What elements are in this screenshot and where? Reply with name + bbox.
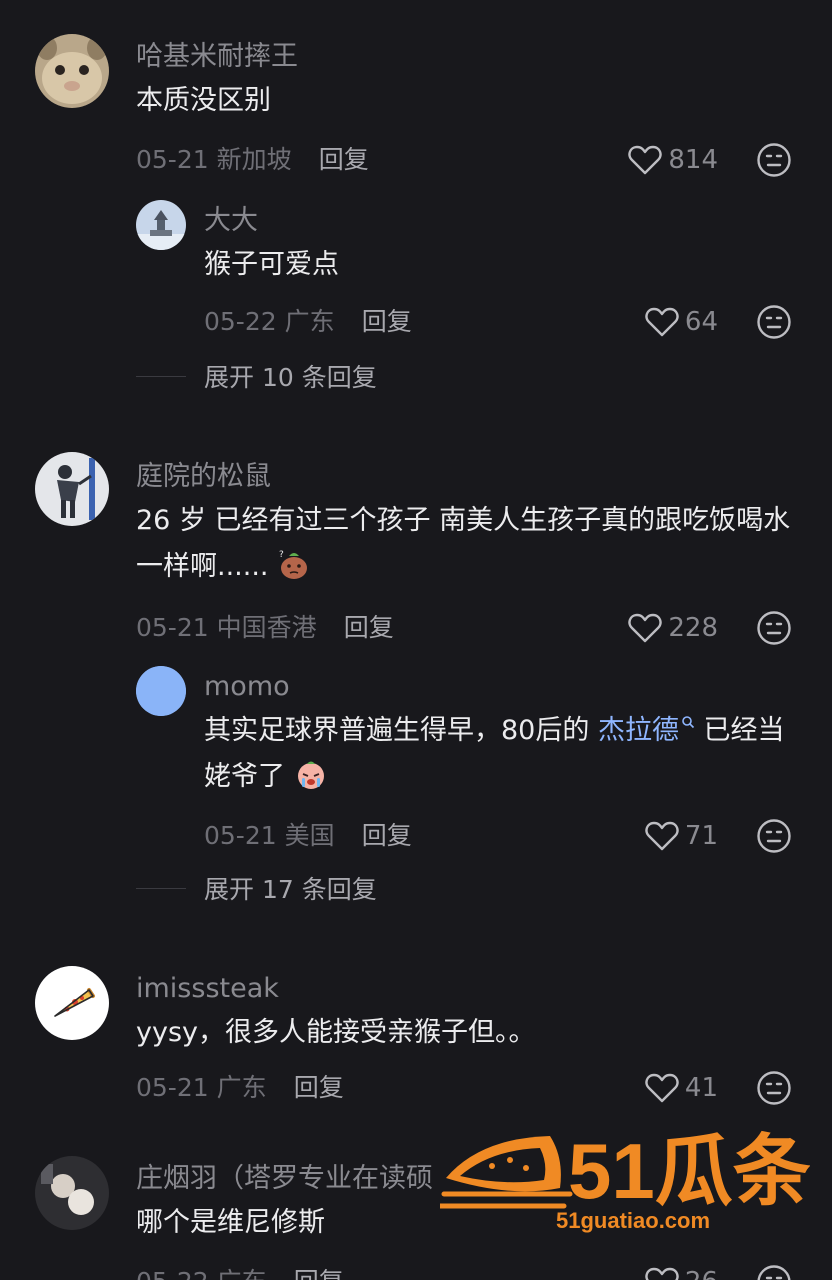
hamster-face-avatar-icon	[35, 34, 109, 108]
comment-date: 05-21 中国香港	[136, 613, 317, 642]
like-button[interactable]: 41	[645, 1068, 718, 1108]
username[interactable]: 大大	[204, 204, 792, 238]
expand-replies-label: 展开 17 条回复	[204, 875, 377, 904]
avatar[interactable]	[35, 452, 109, 526]
dislike-face-icon[interactable]	[756, 610, 792, 646]
search-link-label: 杰拉德	[597, 715, 679, 746]
comment-text-before: 其实足球界普遍生得早，80后的	[204, 715, 598, 746]
comment-date: 05-22 广东	[204, 307, 335, 336]
avatar[interactable]	[35, 1156, 109, 1230]
watermark-brand: 51瓜条	[568, 1128, 810, 1215]
username[interactable]: 庭院的松鼠	[136, 460, 792, 494]
dark-photo-avatar-icon	[35, 1156, 109, 1230]
watermark-url: 51guatiao.com	[556, 1208, 710, 1233]
watermark-logo: 51瓜条 51guatiao.com	[437, 1127, 811, 1238]
like-count: 814	[668, 145, 718, 175]
like-button[interactable]: 64	[645, 302, 718, 342]
username[interactable]: 哈基米耐摔王	[136, 40, 792, 74]
dislike-face-icon[interactable]	[756, 1264, 792, 1280]
reply-button[interactable]: 回复	[294, 1073, 344, 1102]
avatar[interactable]	[136, 200, 186, 250]
dislike-face-icon[interactable]	[756, 142, 792, 178]
watermelon-logo-icon: 51瓜条 51guatiao.com	[437, 1127, 811, 1233]
dislike-face-icon[interactable]	[756, 818, 792, 854]
crying-face-emoji-icon	[297, 761, 324, 789]
username[interactable]: imisssteak	[136, 972, 792, 1006]
like-count: 41	[684, 1073, 718, 1103]
heart-icon	[645, 821, 679, 851]
svg-text:?: ?	[279, 550, 284, 560]
username[interactable]: momo	[204, 670, 792, 704]
comment-text: 本质没区别	[136, 85, 271, 116]
heart-icon	[645, 1073, 679, 1103]
like-button[interactable]: 71	[645, 816, 718, 856]
divider	[136, 887, 186, 889]
like-count: 26	[685, 1267, 718, 1280]
person-painting-avatar-icon	[35, 452, 109, 526]
reply-button[interactable]: 回复	[294, 1267, 344, 1280]
avatar[interactable]	[136, 666, 186, 716]
like-count: 228	[668, 613, 718, 643]
comment-date: 05-21 新加坡	[136, 145, 292, 174]
avatar[interactable]	[35, 966, 109, 1040]
comment-text: 26 岁 已经有过三个孩子 南美人生孩子真的跟吃饭喝水一样啊...... ?	[136, 498, 792, 590]
avatar[interactable]	[35, 34, 109, 108]
comment-text: 猴子可爱点	[204, 249, 339, 280]
temple-sky-avatar-icon	[136, 200, 186, 250]
reply-button[interactable]: 回复	[362, 307, 412, 336]
search-link[interactable]: 杰拉德	[598, 715, 695, 746]
like-count: 64	[684, 307, 718, 337]
heart-icon	[628, 145, 663, 175]
dislike-face-icon[interactable]	[756, 304, 792, 340]
comment-text: yysy，很多人能接受亲猴子但。。	[136, 1017, 536, 1048]
like-button[interactable]: 228	[628, 608, 718, 648]
like-button[interactable]: 26	[645, 1262, 718, 1280]
pizza-slice-avatar-icon	[35, 966, 109, 1040]
reply-button[interactable]: 回复	[319, 145, 369, 174]
expand-replies-button[interactable]: 展开 17 条回复	[136, 868, 377, 908]
comment-date: 05-21 美国	[204, 821, 335, 850]
reply-button[interactable]: 回复	[362, 821, 412, 850]
reply-button[interactable]: 回复	[344, 613, 394, 642]
comment-text: 其实足球界普遍生得早，80后的 杰拉德 已经当姥爷了	[204, 708, 792, 800]
dislike-face-icon[interactable]	[756, 1070, 792, 1106]
blue-circle-avatar-icon	[136, 666, 186, 716]
like-button[interactable]: 814	[628, 140, 718, 180]
comment-text-content: 26 岁 已经有过三个孩子 南美人生孩子真的跟吃饭喝水一样啊......	[136, 505, 791, 582]
like-count: 71	[684, 821, 718, 851]
comment-date: 05-22 广东	[136, 1267, 267, 1280]
heart-icon	[628, 613, 663, 643]
expand-replies-button[interactable]: 展开 10 条回复	[136, 356, 377, 396]
heart-icon	[645, 1267, 679, 1280]
comment-date: 05-21 广东	[136, 1073, 267, 1102]
expand-replies-label: 展开 10 条回复	[204, 363, 377, 392]
divider	[136, 375, 186, 377]
heart-icon	[645, 307, 679, 337]
search-icon	[682, 716, 695, 729]
sweating-potato-emoji-icon: ?	[279, 550, 308, 579]
